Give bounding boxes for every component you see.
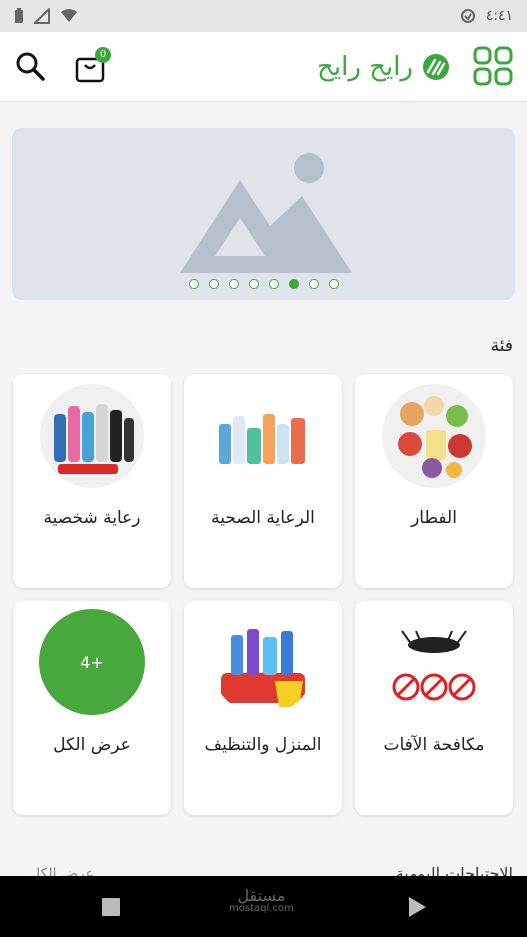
- category-label: عرض الكل: [53, 735, 131, 755]
- brand: رايح رايح: [317, 52, 451, 82]
- status-left: [14, 8, 78, 24]
- carousel-dots: [12, 279, 515, 289]
- menu-grid-button[interactable]: [473, 46, 513, 90]
- watermark-arabic: مستقل: [237, 886, 286, 905]
- categories-title: فئة: [490, 336, 513, 356]
- category-card-home-cleaning[interactable]: المنزل والتنظيف: [184, 601, 342, 815]
- app-bar: 0 رايح رايح: [0, 32, 527, 102]
- category-label: الرعاية الصحية: [211, 508, 315, 528]
- play-triangle-icon: [409, 897, 426, 917]
- category-card-pest-control[interactable]: مكافحة الآفات: [355, 601, 513, 815]
- cart-button[interactable]: 0: [74, 47, 111, 84]
- image-placeholder-icon: [180, 153, 352, 273]
- search-icon: [16, 52, 45, 81]
- breakfast-food-image: [382, 384, 486, 488]
- category-card-personal-care[interactable]: رعاية شخصية: [13, 374, 171, 588]
- category-card-view-all[interactable]: 4+ عرض الكل: [13, 601, 171, 815]
- brand-logo-icon: [423, 54, 449, 80]
- carousel-dot[interactable]: [208, 279, 219, 289]
- status-right: ٤:٤١: [460, 8, 513, 24]
- more-count-circle: 4+: [39, 609, 145, 715]
- category-label: المنزل والتنظيف: [204, 735, 322, 755]
- banner-carousel[interactable]: [12, 128, 515, 300]
- menu-grid-icon: [473, 46, 513, 86]
- personal-care-products-image: [40, 384, 144, 488]
- status-bar: ٤:٤١: [0, 0, 527, 32]
- no-signal-icon: [34, 8, 50, 24]
- carousel-dot[interactable]: [188, 279, 199, 289]
- recents-button[interactable]: [101, 897, 121, 921]
- watermark-domain: mostaql.com: [229, 903, 294, 914]
- carousel-dot[interactable]: [228, 279, 239, 289]
- carousel-dot[interactable]: [248, 279, 259, 289]
- sync-icon: [460, 9, 475, 23]
- category-label: رعاية شخصية: [43, 508, 141, 528]
- category-card-breakfast[interactable]: الفطار: [355, 374, 513, 588]
- carousel-dot[interactable]: [308, 279, 319, 289]
- category-label: الفطار: [411, 508, 457, 528]
- pest-control-image: [382, 611, 486, 715]
- brand-name: رايح رايح: [317, 52, 413, 82]
- carousel-dot[interactable]: [288, 279, 299, 289]
- healthcare-products-image: [211, 384, 315, 488]
- search-button[interactable]: [14, 50, 46, 86]
- android-nav-bar: مستقل mostaql.com: [0, 876, 527, 937]
- cleaning-supplies-image: [211, 611, 315, 715]
- more-count: 4+: [80, 652, 104, 672]
- back-button[interactable]: [407, 896, 427, 922]
- recents-icon: [102, 898, 120, 916]
- category-label: مكافحة الآفات: [383, 735, 485, 755]
- category-card-healthcare[interactable]: الرعاية الصحية: [184, 374, 342, 588]
- watermark: مستقل mostaql.com: [229, 888, 294, 914]
- wifi-icon: [61, 9, 77, 22]
- cart-count-badge: 0: [95, 47, 111, 63]
- battery-icon: [15, 8, 23, 23]
- carousel-dot[interactable]: [328, 279, 339, 289]
- carousel-dot[interactable]: [268, 279, 279, 289]
- status-time: ٤:٤١: [485, 8, 513, 24]
